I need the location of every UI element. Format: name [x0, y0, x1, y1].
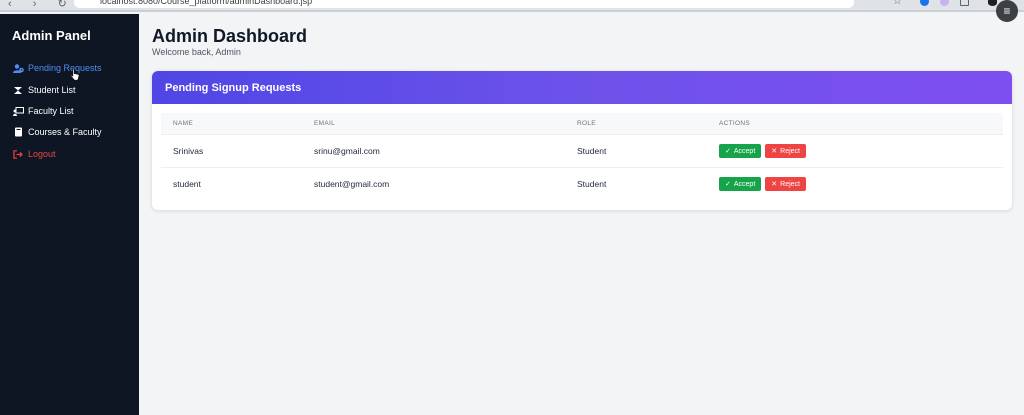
- sidebar-item-student-list[interactable]: Student List: [12, 82, 76, 98]
- check-icon: ✓: [725, 181, 731, 188]
- chalkboard-teacher-icon: [12, 106, 24, 116]
- reject-button[interactable]: ✕ Reject: [765, 177, 806, 191]
- sidebar-item-courses-faculty[interactable]: Courses & Faculty: [12, 124, 102, 140]
- cell-role: Student: [577, 179, 607, 189]
- reject-button[interactable]: ✕ Reject: [765, 144, 806, 158]
- table-header: NAME EMAIL ROLE ACTIONS: [161, 113, 1003, 134]
- sidebar-item-label: Student List: [28, 85, 76, 95]
- table-row: student student@gmail.com Student ✓ Acce…: [161, 167, 1003, 200]
- page-title: Admin Dashboard: [152, 26, 308, 46]
- check-icon: ✓: [725, 148, 731, 155]
- address-bar[interactable]: localhost:8080/Course_platform/adminDash…: [74, 0, 854, 8]
- cell-email: srinu@gmail.com: [314, 146, 380, 156]
- sidebar-item-label: Pending Requests: [28, 63, 102, 73]
- sidebar-item-logout[interactable]: Logout: [12, 146, 56, 162]
- graduation-cap-icon: [12, 85, 24, 95]
- welcome-text: Welcome back, Admin: [152, 47, 241, 57]
- requests-table: NAME EMAIL ROLE ACTIONS Srinivas srinu@g…: [161, 113, 1003, 200]
- sidebar-item-pending-requests[interactable]: Pending Requests: [12, 60, 102, 76]
- accept-label: Accept: [733, 180, 756, 188]
- accept-label: Accept: [733, 147, 756, 155]
- browser-toolbar: ‹ › ↻ localhost:8080/Course_platform/adm…: [0, 0, 1024, 12]
- accept-button[interactable]: ✓ Accept: [719, 177, 762, 191]
- x-icon: ✕: [771, 181, 778, 188]
- sign-out-icon: [12, 149, 24, 159]
- main-content: Admin Dashboard Welcome back, Admin Pend…: [139, 14, 1024, 415]
- card-header: Pending Signup Requests: [152, 71, 1012, 104]
- cell-role: Student: [577, 146, 607, 156]
- book-icon: [12, 127, 24, 137]
- cell-email: student@gmail.com: [314, 179, 390, 189]
- sidebar-brand: Admin Panel: [12, 28, 91, 43]
- accept-button[interactable]: ✓ Accept: [719, 144, 762, 158]
- sidebar-item-label: Faculty List: [28, 106, 74, 116]
- extension-icon[interactable]: [920, 0, 929, 6]
- column-header-email: EMAIL: [314, 120, 336, 127]
- column-header-actions: ACTIONS: [719, 120, 750, 127]
- browser-nav-icons[interactable]: ‹ › ↻: [8, 0, 76, 10]
- user-clock-icon: [12, 63, 24, 73]
- reject-label: Reject: [780, 147, 800, 155]
- extension-icon[interactable]: [940, 0, 949, 6]
- sidebar-item-label: Logout: [28, 149, 56, 159]
- cell-name: Srinivas: [173, 146, 204, 156]
- mouse-cursor-icon: [70, 68, 80, 81]
- reject-label: Reject: [780, 180, 800, 188]
- cell-actions: ✓ Accept ✕ Reject: [719, 177, 806, 191]
- cell-name: student: [173, 179, 201, 189]
- sidebar-item-label: Courses & Faculty: [28, 127, 102, 137]
- extensions-puzzle-icon[interactable]: [960, 0, 969, 6]
- profile-avatar[interactable]: [988, 0, 997, 6]
- card-title: Pending Signup Requests: [165, 81, 302, 94]
- pending-requests-card: Pending Signup Requests NAME EMAIL ROLE …: [152, 71, 1012, 210]
- column-header-name: NAME: [173, 120, 193, 127]
- sidebar-item-faculty-list[interactable]: Faculty List: [12, 103, 74, 119]
- bookmark-star-icon[interactable]: ☆: [893, 0, 902, 7]
- table-row: Srinivas srinu@gmail.com Student ✓ Accep…: [161, 134, 1003, 167]
- column-header-role: ROLE: [577, 120, 596, 127]
- cell-actions: ✓ Accept ✕ Reject: [719, 144, 806, 158]
- x-icon: ✕: [771, 148, 778, 155]
